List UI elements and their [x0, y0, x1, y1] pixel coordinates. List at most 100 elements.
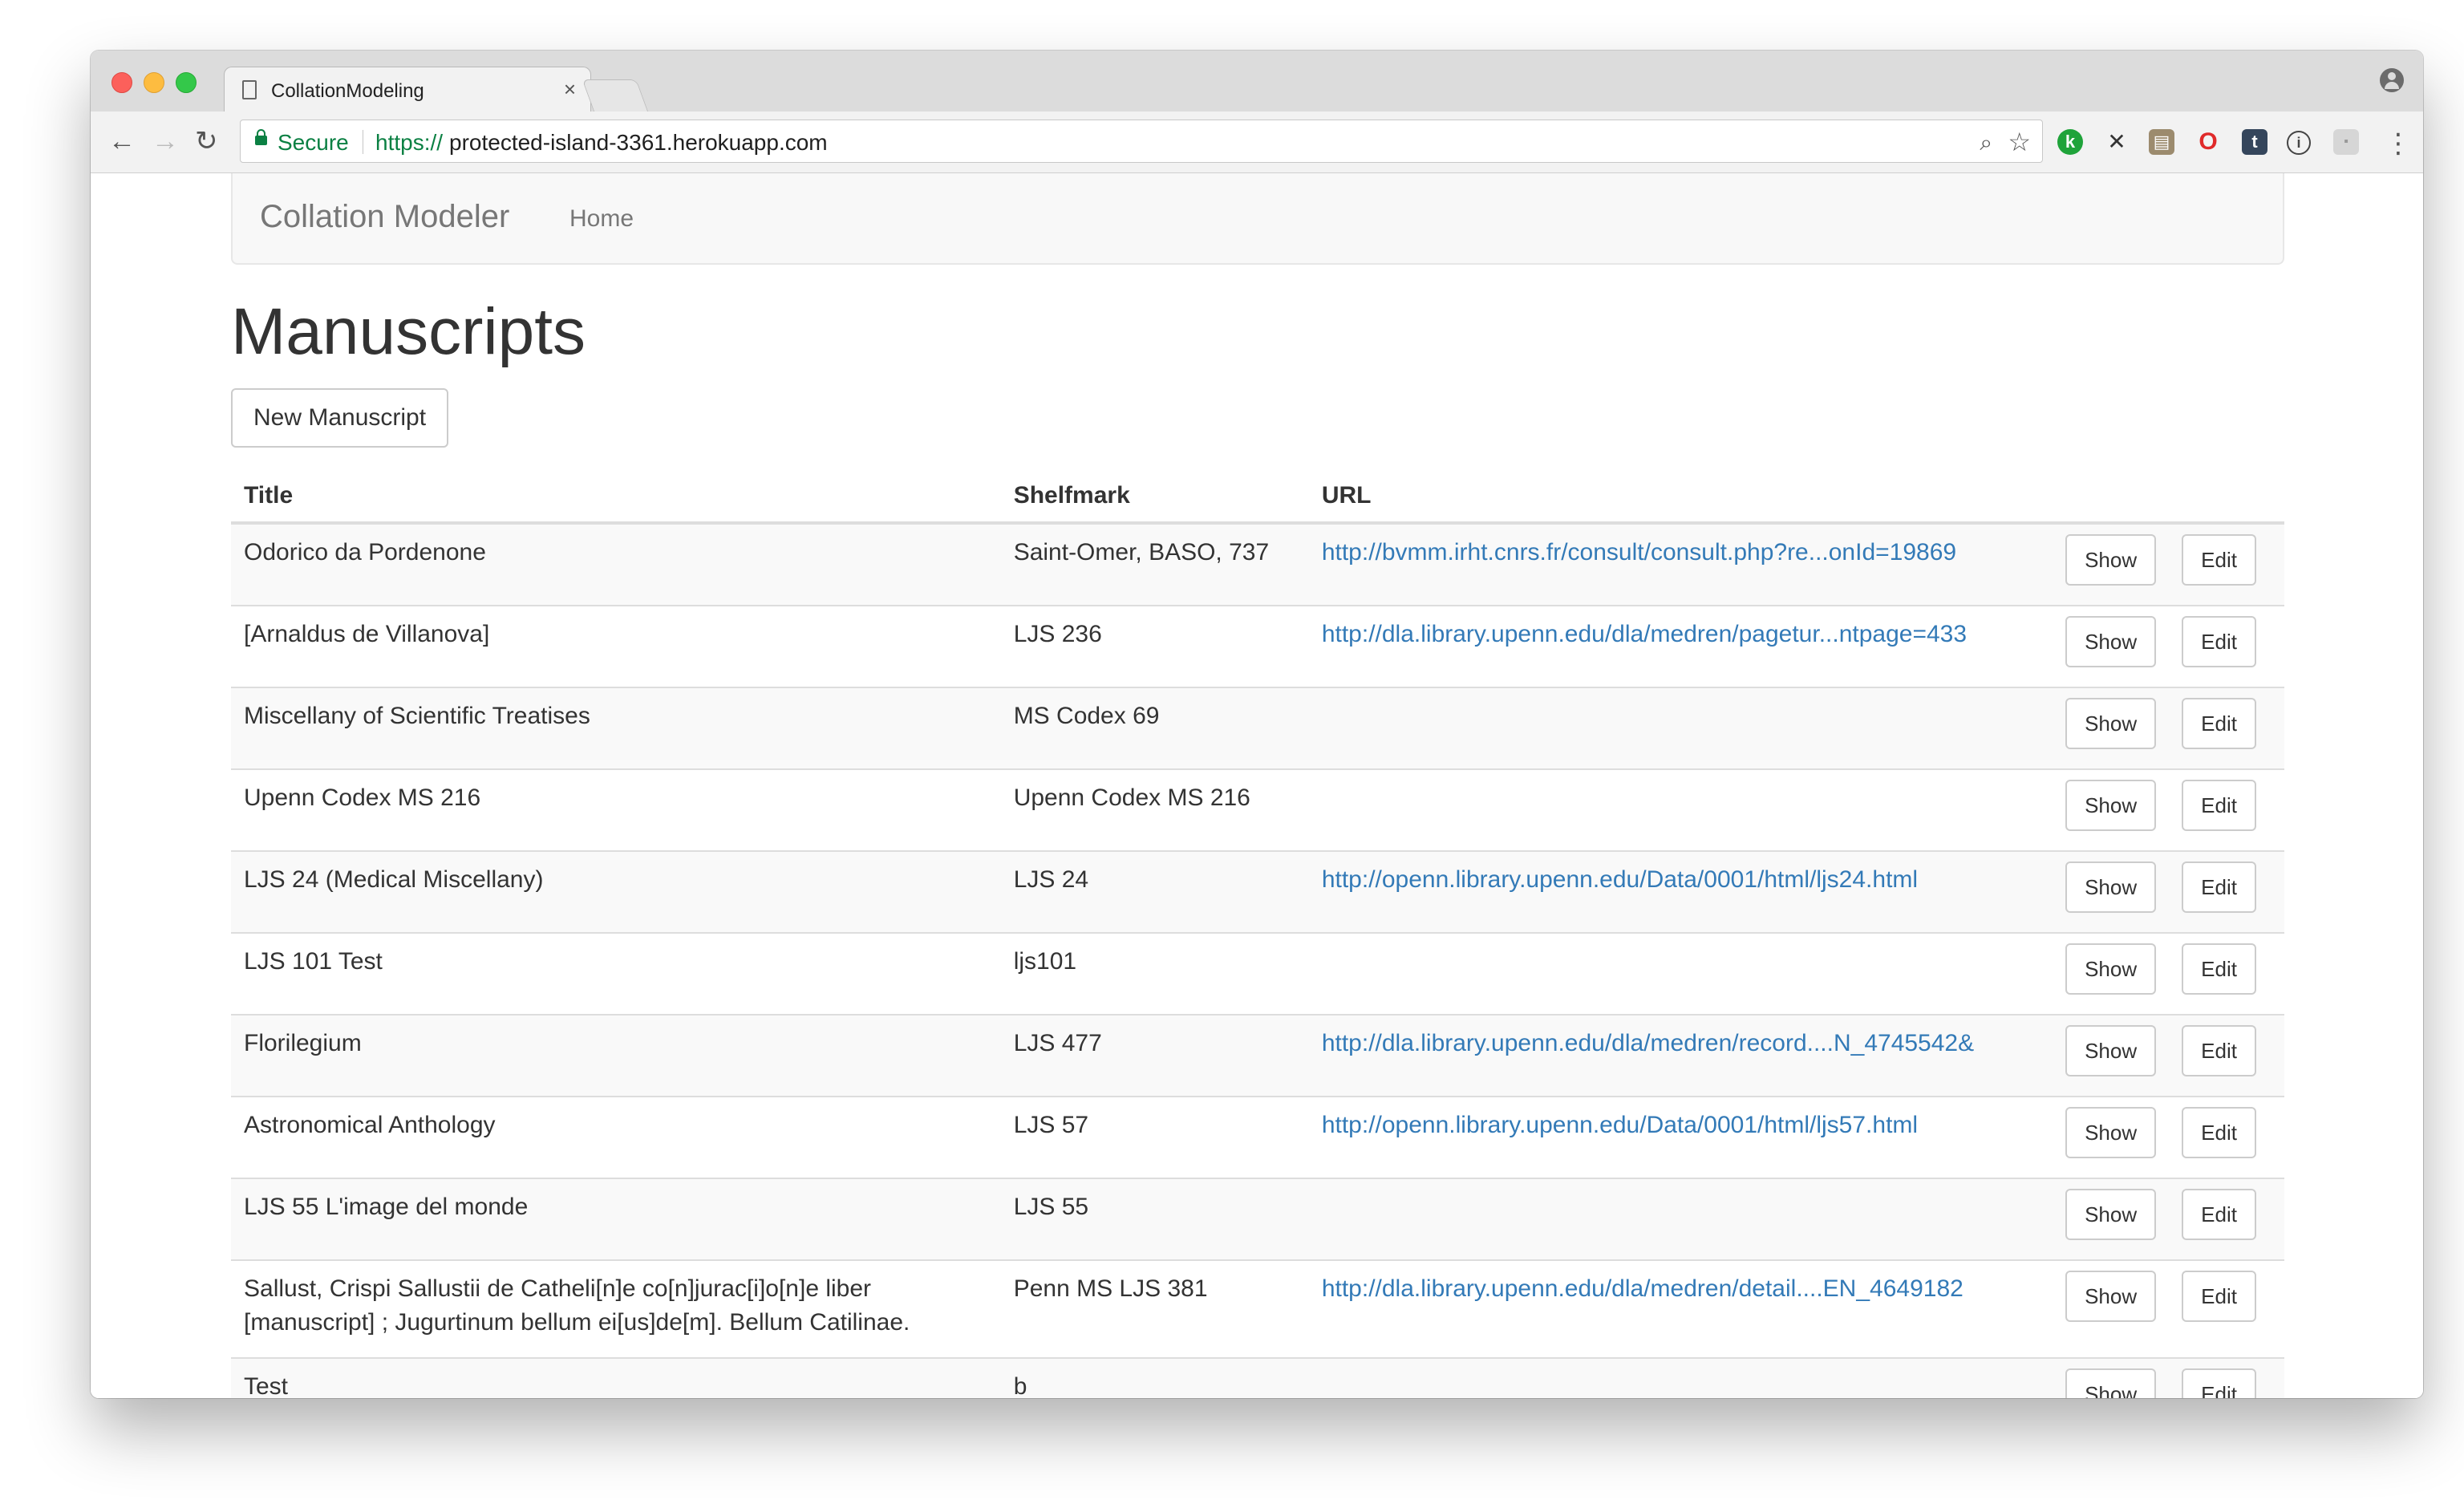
tab-close-icon[interactable]: × [564, 77, 576, 102]
extension-grey-icon[interactable]: ▪ [2333, 129, 2359, 155]
new-tab-button[interactable] [582, 79, 649, 112]
cell-edit: Edit [2169, 850, 2284, 933]
cell-edit: Edit [2169, 522, 2284, 606]
cell-shelfmark: LJS 477 [1000, 1014, 1309, 1097]
cell-title: Test [231, 1357, 1001, 1398]
new-manuscript-button[interactable]: New Manuscript [231, 388, 449, 448]
cell-show: Show [2053, 1014, 2170, 1097]
nav-home-link[interactable]: Home [569, 205, 634, 233]
edit-button[interactable]: Edit [2182, 861, 2256, 913]
cell-show: Show [2053, 1259, 2170, 1358]
manuscript-url-link[interactable]: http://bvmm.irht.cnrs.fr/consult/consult… [1322, 539, 1956, 566]
cell-url [1308, 687, 2053, 769]
table-row: Upenn Codex MS 216 Upenn Codex MS 216 Sh… [231, 768, 2284, 851]
table-row: Odorico da Pordenone Saint-Omer, BASO, 7… [231, 522, 2284, 606]
zoom-window-button[interactable] [176, 72, 197, 93]
edit-button[interactable]: Edit [2182, 1107, 2256, 1158]
zoom-icon[interactable]: ⌕ [1980, 130, 1992, 156]
edit-button[interactable]: Edit [2182, 943, 2256, 995]
cell-url: http://openn.library.upenn.edu/Data/0001… [1308, 850, 2053, 933]
cell-edit: Edit [2169, 932, 2284, 1015]
cell-shelfmark: LJS 236 [1000, 605, 1309, 687]
cell-shelfmark: LJS 55 [1000, 1178, 1309, 1260]
edit-button[interactable]: Edit [2182, 698, 2256, 749]
cell-title: LJS 101 Test [231, 932, 1001, 1015]
forward-arrow-icon[interactable]: → [152, 123, 179, 160]
cell-show: Show [2053, 850, 2170, 933]
extension-opera-icon[interactable]: O [2195, 129, 2221, 155]
cell-show: Show [2053, 522, 2170, 606]
table-row: Miscellany of Scientific Treatises MS Co… [231, 687, 2284, 769]
show-button[interactable]: Show [2065, 1025, 2157, 1076]
navbar-brand[interactable]: Collation Modeler [260, 199, 509, 235]
profile-icon[interactable] [2380, 68, 2404, 92]
extension-x-icon[interactable]: ✕ [2104, 129, 2130, 155]
cell-show: Show [2053, 687, 2170, 769]
cell-url: http://openn.library.upenn.edu/Data/0001… [1308, 1096, 2053, 1178]
show-button[interactable]: Show [2065, 1271, 2157, 1322]
cell-title: Upenn Codex MS 216 [231, 768, 1001, 851]
cell-title: LJS 24 (Medical Miscellany) [231, 850, 1001, 933]
cell-title: [Arnaldus de Villanova] [231, 605, 1001, 687]
extension-k-icon[interactable]: k [2057, 129, 2083, 155]
address-bar[interactable]: Secure https:// protected-island-3361.he… [240, 120, 2043, 163]
show-button[interactable]: Show [2065, 1189, 2157, 1240]
header-show [2053, 470, 2170, 525]
table-row: LJS 101 Test ljs101 Show Edit [231, 932, 2284, 1015]
cell-show: Show [2053, 605, 2170, 687]
reload-icon[interactable]: ↻ [195, 123, 218, 160]
cell-show: Show [2053, 932, 2170, 1015]
app-navbar: Collation Modeler Home [231, 173, 2284, 265]
show-button[interactable]: Show [2065, 780, 2157, 831]
browser-window: CollationModeling × ← → ↻ Secure https:/… [91, 51, 2423, 1398]
edit-button[interactable]: Edit [2182, 1368, 2256, 1398]
show-button[interactable]: Show [2065, 534, 2157, 586]
cell-title: Miscellany of Scientific Treatises [231, 687, 1001, 769]
back-arrow-icon[interactable]: ← [108, 123, 136, 160]
cell-edit: Edit [2169, 1357, 2284, 1398]
cell-url: http://dla.library.upenn.edu/dla/medren/… [1308, 1014, 2053, 1097]
edit-button[interactable]: Edit [2182, 1025, 2256, 1076]
manuscript-url-link[interactable]: http://dla.library.upenn.edu/dla/medren/… [1322, 1275, 1964, 1302]
edit-button[interactable]: Edit [2182, 1189, 2256, 1240]
cell-show: Show [2053, 1357, 2170, 1398]
cell-edit: Edit [2169, 1096, 2284, 1178]
minimize-window-button[interactable] [144, 72, 164, 93]
show-button[interactable]: Show [2065, 861, 2157, 913]
page-title: Manuscripts [231, 295, 586, 368]
show-button[interactable]: Show [2065, 698, 2157, 749]
page-content: Collation Modeler Home Manuscripts New M… [91, 173, 2423, 1398]
extension-tumblr-icon[interactable]: t [2242, 129, 2267, 155]
close-window-button[interactable] [111, 72, 132, 93]
header-shelfmark: Shelfmark [1000, 470, 1309, 525]
extension-image-icon[interactable]: ▤ [2149, 129, 2174, 155]
show-button[interactable]: Show [2065, 1107, 2157, 1158]
manuscript-url-link[interactable]: http://dla.library.upenn.edu/dla/medren/… [1322, 1030, 1974, 1056]
browser-menu-icon[interactable]: ⋮ [2385, 128, 2412, 160]
show-button[interactable]: Show [2065, 1368, 2157, 1398]
cell-shelfmark: Upenn Codex MS 216 [1000, 768, 1309, 851]
edit-button[interactable]: Edit [2182, 780, 2256, 831]
edit-button[interactable]: Edit [2182, 1271, 2256, 1322]
show-button[interactable]: Show [2065, 943, 2157, 995]
cell-edit: Edit [2169, 1259, 2284, 1358]
edit-button[interactable]: Edit [2182, 616, 2256, 667]
bookmark-star-icon[interactable]: ☆ [2008, 127, 2031, 157]
cell-title: Sallust, Crispi Sallustii de Catheli[n]e… [231, 1259, 1001, 1358]
manuscript-url-link[interactable]: http://openn.library.upenn.edu/Data/0001… [1322, 1112, 1918, 1138]
table-header-row: Title Shelfmark URL [231, 470, 2284, 525]
cell-url [1308, 1178, 2053, 1260]
manuscript-url-link[interactable]: http://dla.library.upenn.edu/dla/medren/… [1322, 621, 1967, 647]
extension-info-icon[interactable]: i [2287, 131, 2311, 155]
browser-tab[interactable]: CollationModeling × [224, 67, 591, 113]
cell-edit: Edit [2169, 1014, 2284, 1097]
secure-label: Secure [278, 130, 349, 155]
table-row: Astronomical Anthology LJS 57 http://ope… [231, 1096, 2284, 1178]
manuscript-url-link[interactable]: http://openn.library.upenn.edu/Data/0001… [1322, 866, 1918, 893]
table-row: [Arnaldus de Villanova] LJS 236 http://d… [231, 605, 2284, 687]
cell-url: http://bvmm.irht.cnrs.fr/consult/consult… [1308, 522, 2053, 606]
cell-title: Astronomical Anthology [231, 1096, 1001, 1178]
edit-button[interactable]: Edit [2182, 534, 2256, 586]
show-button[interactable]: Show [2065, 616, 2157, 667]
browser-toolbar: ← → ↻ Secure https:// protected-island-3… [91, 111, 2423, 173]
